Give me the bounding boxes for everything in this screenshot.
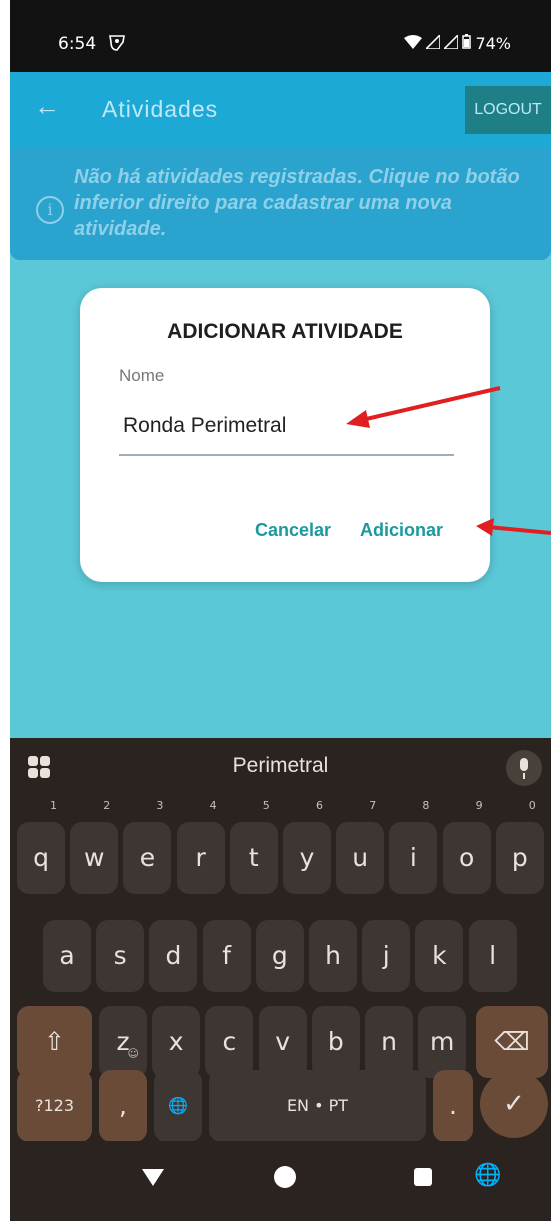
- key-g[interactable]: g: [255, 920, 304, 992]
- key-label: q: [33, 843, 49, 872]
- space-key[interactable]: EN • PT: [209, 1070, 426, 1142]
- key-h[interactable]: h: [309, 920, 357, 992]
- key-y[interactable]: 6y: [283, 800, 331, 894]
- status-icons: 74%: [404, 33, 511, 53]
- backspace-key[interactable]: ⌫: [476, 1006, 548, 1078]
- key-s[interactable]: s: [96, 920, 145, 992]
- mic-icon[interactable]: [506, 750, 542, 786]
- key-k[interactable]: k: [415, 920, 464, 992]
- key-l[interactable]: l: [468, 920, 517, 992]
- key-q[interactable]: 1q: [17, 800, 65, 894]
- enter-key[interactable]: ✓: [480, 1070, 548, 1138]
- key-hint-number: 4: [209, 799, 217, 812]
- key-label: ,: [119, 1091, 127, 1120]
- key-t[interactable]: 5t: [229, 800, 278, 894]
- key-b[interactable]: b: [311, 1006, 360, 1078]
- annotation-arrow: [476, 518, 551, 536]
- suggestion-word[interactable]: Perimetral: [10, 754, 551, 778]
- period-key[interactable]: .: [433, 1070, 473, 1142]
- key-v[interactable]: v: [258, 1006, 307, 1078]
- key-n[interactable]: n: [365, 1006, 413, 1078]
- battery-percent: 74%: [475, 34, 511, 53]
- cancel-button[interactable]: Cancelar: [255, 520, 331, 541]
- key-hint-number: 5: [262, 799, 270, 812]
- key-label: r: [195, 843, 206, 872]
- key-label: t: [248, 843, 259, 872]
- key-hint-number: 6: [316, 799, 323, 812]
- signal-icon: [424, 33, 442, 53]
- key-f[interactable]: f: [202, 920, 251, 992]
- key-w[interactable]: 2w: [70, 800, 119, 894]
- key-hint-number: ☺: [127, 1047, 139, 1060]
- key-label: y: [299, 843, 315, 872]
- key-label: o: [458, 843, 475, 872]
- key-hint-number: 8: [422, 799, 430, 812]
- shift-key[interactable]: ⇧: [17, 1006, 92, 1078]
- key-r[interactable]: 4r: [176, 800, 225, 894]
- arrow-back-icon[interactable]: ←: [34, 91, 60, 122]
- nav-back-icon[interactable]: [142, 1169, 164, 1186]
- name-field-label: Nome: [119, 366, 165, 385]
- key-label: i: [409, 843, 417, 872]
- key-hint-number: 9: [475, 799, 483, 812]
- key-label: p: [511, 843, 528, 872]
- key-u[interactable]: 7u: [336, 800, 385, 894]
- globe-key[interactable]: 🌐: [154, 1070, 202, 1142]
- key-p[interactable]: 0p: [495, 800, 544, 894]
- nav-home-icon[interactable]: [274, 1166, 296, 1188]
- key-hint-number: 0: [528, 799, 536, 812]
- nav-bar: 🌐: [10, 1141, 551, 1221]
- key-d[interactable]: d: [149, 920, 198, 992]
- page-title: Atividades: [102, 96, 219, 122]
- status-time: 6:54: [58, 34, 97, 54]
- key-c[interactable]: c: [205, 1006, 254, 1078]
- info-circle-icon: i: [36, 196, 64, 224]
- key-o[interactable]: 9o: [442, 800, 491, 894]
- key-label: e: [139, 843, 156, 872]
- vpn-key-icon: [108, 33, 126, 56]
- wifi-icon: [404, 34, 423, 53]
- signal-icon: [442, 33, 460, 53]
- key-hint-number: 1: [50, 799, 57, 812]
- key-z[interactable]: z: [99, 1006, 147, 1078]
- key-a[interactable]: a: [43, 920, 91, 992]
- key-label: w: [83, 843, 105, 872]
- info-banner: i Não há atividades registradas. Clique …: [10, 148, 551, 260]
- nav-recents-icon[interactable]: [414, 1168, 432, 1186]
- key-label: u: [352, 843, 369, 872]
- key-hint-number: 3: [156, 799, 164, 812]
- battery-icon: [462, 34, 472, 53]
- key-m[interactable]: m: [418, 1006, 467, 1078]
- globe-icon[interactable]: 🌐: [474, 1163, 501, 1188]
- emoji-comma-key[interactable]: ☺,: [99, 1048, 147, 1142]
- key-x[interactable]: x: [152, 1006, 201, 1078]
- key-j[interactable]: j: [362, 920, 411, 992]
- keyboard: Perimetral 1q2w3e4r5t6y7u8i9o0pasdfghjkl…: [10, 738, 551, 1142]
- annotation-arrow: [346, 386, 501, 428]
- logout-button[interactable]: LOGOUT: [465, 86, 551, 134]
- add-button[interactable]: Adicionar: [360, 520, 443, 541]
- key-i[interactable]: 8i: [389, 800, 438, 894]
- dialog-title: ADICIONAR ATIVIDADE: [167, 320, 403, 343]
- add-activity-dialog: ADICIONAR ATIVIDADE Nome Cancelar Adicio…: [80, 288, 490, 582]
- phone-screen: 6:54 74% ← Atividades LOGOUT i Não há at…: [10, 0, 551, 1221]
- key-e[interactable]: 3e: [123, 800, 172, 894]
- key-hint-number: 7: [369, 799, 377, 812]
- key-hint-number: 2: [103, 799, 111, 812]
- empty-state-message: Não há atividades registradas. Clique no…: [74, 166, 520, 240]
- symbols-key[interactable]: ?123: [17, 1070, 92, 1142]
- status-bar: 6:54 74%: [10, 0, 551, 72]
- suggestion-bar: Perimetral: [10, 738, 551, 796]
- app-bar: ← Atividades LOGOUT: [10, 72, 551, 148]
